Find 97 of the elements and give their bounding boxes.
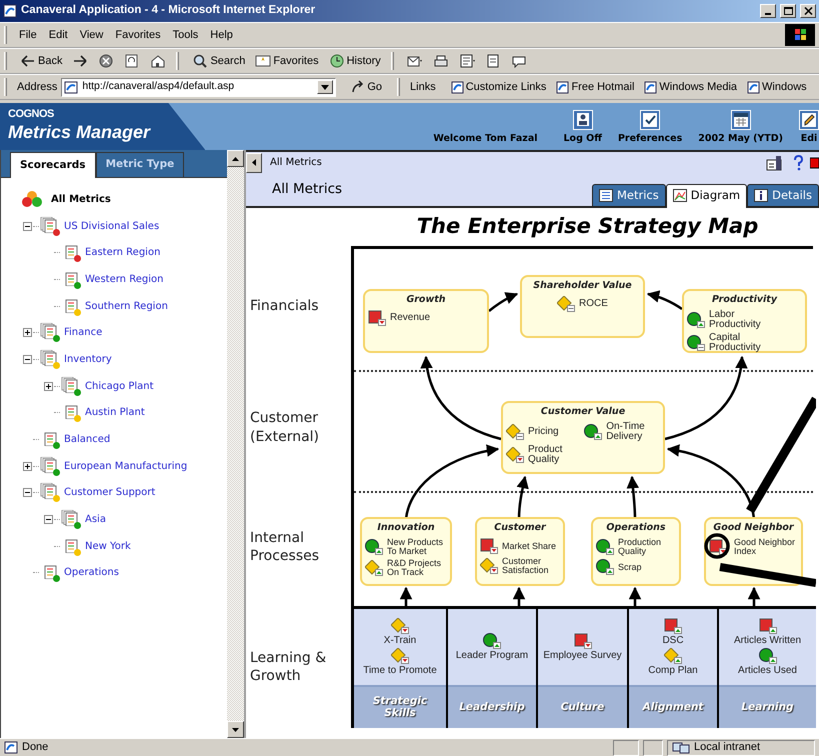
metric-label[interactable]: Revenue	[390, 313, 430, 324]
tree-item[interactable]: Austin Plant	[85, 405, 145, 420]
link-button[interactable]: Windows Media	[641, 78, 740, 96]
welcome-text: Welcome Tom Fazal	[433, 132, 538, 146]
tree-item[interactable]: Finance	[64, 325, 102, 340]
product-name: Metrics Manager	[8, 122, 150, 142]
view-tab[interactable]: Details	[747, 184, 819, 206]
row-label: Internal Processes	[249, 528, 320, 566]
tree-item[interactable]: European Manufacturing	[64, 458, 188, 474]
metric-label[interactable]: X-Train	[384, 636, 416, 646]
objective-title: Growth	[405, 293, 447, 307]
go-button[interactable]: Go	[348, 78, 386, 96]
menu-item[interactable]: Help	[204, 26, 239, 44]
metric-label[interactable]: ROCE	[579, 299, 608, 310]
objective-title: Operations	[605, 521, 667, 535]
theme-label: Alignment	[642, 702, 704, 714]
metric-label[interactable]: New Products To Market	[387, 538, 447, 556]
tree-item[interactable]: Customer Support	[64, 485, 156, 500]
tree-item[interactable]: US Divisional Sales	[64, 218, 160, 234]
metric-label[interactable]: On-Time Delivery	[606, 422, 660, 442]
metric-label[interactable]: Leader Program	[456, 651, 528, 661]
links-label: Links	[410, 80, 436, 95]
metric-label[interactable]: Employee Survey	[543, 651, 622, 661]
metric-label[interactable]: DSC	[662, 636, 684, 646]
link-button[interactable]: Free Hotmail	[553, 78, 638, 96]
address-label: Address	[17, 80, 58, 95]
metric-label[interactable]: Scrap	[618, 562, 642, 572]
back-button[interactable]: Back	[17, 52, 66, 70]
theme-label: Leadership	[459, 702, 525, 714]
metric-label[interactable]: Labor Productivity	[709, 310, 789, 330]
tree-item[interactable]: Western Region	[85, 272, 164, 287]
row-label: Financials	[249, 297, 320, 316]
metric-label[interactable]: Market Share	[502, 542, 556, 551]
status-text: Done	[22, 740, 50, 756]
menu-item[interactable]: Tools	[166, 26, 204, 44]
breadcrumb-text: All Metrics	[270, 156, 323, 170]
theme-label: Strategic Skills	[372, 696, 428, 720]
objective-title: Customer Value	[540, 405, 626, 419]
menu-item[interactable]: Favorites	[109, 26, 167, 44]
tree-item[interactable]: Inventory	[64, 352, 112, 367]
theme-label: Learning	[741, 702, 794, 714]
window-title: Canaveral Application - 4 - Microsoft Internet Explorer	[21, 3, 316, 18]
metric-label[interactable]: R&D Projects On Track	[387, 559, 447, 578]
row-label: Customer (External)	[249, 409, 320, 446]
zone-text: Local intranet	[694, 740, 760, 756]
calendar-button[interactable]: 2002 May (YTD)	[698, 110, 783, 146]
objective-title: Customer	[493, 521, 548, 535]
objective-box[interactable]: Growth Revenue	[363, 289, 489, 353]
objective-box[interactable]: Customer Value Pricing On-Time Delivery Product Quality	[501, 401, 665, 474]
metric-label[interactable]: Product Quality	[528, 445, 580, 466]
tree-item[interactable]: New York	[85, 538, 131, 554]
logoff-button[interactable]: Log Off	[563, 110, 602, 146]
view-tab[interactable]: Diagram	[666, 184, 748, 208]
objective-box[interactable]: Shareholder Value ROCE	[520, 275, 645, 338]
theme-label: Culture	[560, 702, 604, 714]
link-button[interactable]: Windows	[744, 78, 810, 96]
row-label: Learning & Growth	[249, 648, 328, 686]
link-button[interactable]: Customize Links	[448, 78, 550, 96]
metric-label[interactable]: Pricing	[528, 427, 559, 438]
metric-label[interactable]: Articles Written	[734, 636, 802, 646]
favorites-button[interactable]: Favorites	[252, 52, 322, 70]
objective-box[interactable]: Innovation New Products To Market R&D Projects On Track	[360, 517, 452, 586]
metric-label[interactable]: Time to Promote	[363, 666, 437, 676]
objective-box[interactable]: Operations Production Quality Scrap	[591, 517, 681, 586]
search-button[interactable]: Search	[189, 52, 248, 70]
metric-label[interactable]: Articles Used	[738, 666, 797, 676]
sidebar-tab[interactable]: Metric Type	[96, 152, 184, 177]
objective-title: Good Neighbor	[712, 521, 795, 535]
objective-title: Shareholder Value	[532, 279, 633, 293]
brand-text: COGNOS	[8, 107, 54, 122]
metric-label[interactable]: Capital Productivity	[709, 333, 789, 354]
tree-item[interactable]: Southern Region	[85, 298, 168, 314]
sidebar-tab[interactable]: Scorecards	[10, 152, 96, 178]
page-title: All Metrics	[271, 180, 344, 200]
menu-item[interactable]: File	[13, 26, 43, 44]
menu-item[interactable]: View	[74, 26, 110, 44]
tree-item[interactable]: Balanced	[64, 432, 110, 448]
objective-box[interactable]: Productivity Labor Productivity Capital Productivity	[682, 289, 807, 353]
objective-title: Innovation	[376, 521, 436, 535]
map-title: The Enterprise Strategy Map	[416, 213, 760, 240]
tree-item[interactable]: All Metrics	[51, 192, 111, 207]
objective-title: Productivity	[710, 293, 778, 307]
preferences-button[interactable]: Preferences	[618, 110, 682, 146]
tree-item[interactable]: Chicago Plant	[85, 378, 154, 394]
metric-label[interactable]: Comp Plan	[648, 666, 698, 676]
history-button[interactable]: History	[326, 52, 384, 70]
tree-item[interactable]: Operations	[64, 565, 119, 580]
objective-box[interactable]: Customer Market Share Customer Satisfaction	[475, 517, 565, 586]
view-tab[interactable]: Metrics	[592, 184, 666, 206]
tree-item[interactable]: Asia	[85, 512, 106, 528]
menu-item[interactable]: Edit	[42, 26, 74, 44]
edit-button[interactable]: Edi	[799, 110, 819, 146]
metric-label[interactable]: Production Quality	[618, 538, 676, 556]
address-field[interactable]: http://canaveral/asp4/default.asp	[61, 78, 336, 96]
metric-label[interactable]: Customer Satisfaction	[502, 557, 560, 576]
metric-label[interactable]: Good Neighbor Index	[734, 538, 798, 556]
tree-item[interactable]: Eastern Region	[85, 245, 160, 260]
